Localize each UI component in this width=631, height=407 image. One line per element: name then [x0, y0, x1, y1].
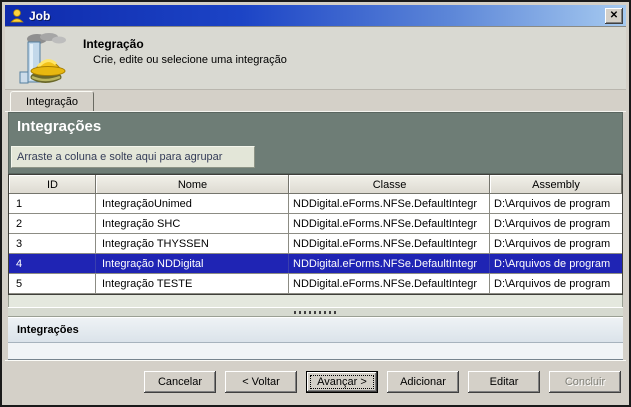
cell-classe: NDDigital.eForms.NFSe.DefaultIntegr: [289, 254, 490, 273]
header-title: Integração: [83, 37, 287, 51]
table-row-selected[interactable]: 4 Integração NDDigital NDDigital.eForms.…: [9, 254, 622, 274]
tab-page: Integrações Arraste a coluna e solte aqu…: [8, 112, 623, 360]
footer-group-label: Integrações: [8, 317, 623, 343]
cell-nome: IntegraçãoUnimed: [96, 194, 289, 213]
footer-panel: Integrações: [8, 317, 623, 360]
table-row[interactable]: 2 Integração SHC NDDigital.eForms.NFSe.D…: [9, 214, 622, 234]
column-header-id[interactable]: ID: [9, 175, 96, 194]
wizard-header: Integração Crie, edite ou selecione uma …: [5, 27, 626, 90]
next-button[interactable]: Avançar >: [306, 371, 378, 393]
table-row[interactable]: 1 IntegraçãoUnimed NDDigital.eForms.NFSe…: [9, 194, 622, 214]
splitter-grip-icon: [294, 311, 338, 314]
column-header-nome[interactable]: Nome: [96, 175, 289, 194]
cell-assembly: D:\Arquivos de program: [490, 254, 622, 273]
cell-nome: Integração NDDigital: [96, 254, 289, 273]
finish-button: Concluir: [549, 371, 621, 393]
integrations-grid: ID Nome Classe Assembly 1 IntegraçãoUnim…: [8, 174, 623, 295]
tab-integracao[interactable]: Integração: [10, 91, 94, 111]
edit-button[interactable]: Editar: [468, 371, 540, 393]
table-row[interactable]: 5 Integração TESTE NDDigital.eForms.NFSe…: [9, 274, 622, 294]
button-bar: Cancelar < Voltar Avançar > Adicionar Ed…: [5, 360, 626, 402]
cell-assembly: D:\Arquivos de program: [490, 214, 622, 233]
header-text: Integração Crie, edite ou selecione uma …: [83, 31, 287, 66]
column-header-assembly[interactable]: Assembly: [490, 175, 622, 194]
cell-nome: Integração TESTE: [96, 274, 289, 293]
cell-classe: NDDigital.eForms.NFSe.DefaultIntegr: [289, 234, 490, 253]
cell-id: 1: [9, 194, 96, 213]
cell-assembly: D:\Arquivos de program: [490, 194, 622, 213]
horizontal-splitter[interactable]: [8, 307, 623, 317]
close-button[interactable]: ✕: [605, 8, 623, 24]
factory-icon: [17, 31, 69, 87]
grid-header-row: ID Nome Classe Assembly: [9, 175, 622, 194]
window-title: Job: [29, 9, 605, 23]
cell-nome: Integração THYSSEN: [96, 234, 289, 253]
cancel-button[interactable]: Cancelar: [144, 371, 216, 393]
back-button[interactable]: < Voltar: [225, 371, 297, 393]
tab-strip: Integração: [5, 90, 626, 112]
cell-nome: Integração SHC: [96, 214, 289, 233]
cell-classe: NDDigital.eForms.NFSe.DefaultIntegr: [289, 274, 490, 293]
grid-empty-area: [8, 295, 623, 307]
footer-empty-bar: [8, 343, 623, 360]
job-dialog: Job ✕ Integração Crie, edite ou selecion…: [0, 0, 631, 407]
person-icon: [9, 8, 25, 24]
tab-label: Integração: [26, 96, 78, 108]
header-subtitle: Crie, edite ou selecione uma integração: [93, 54, 287, 66]
integrations-panel: Integrações Arraste a coluna e solte aqu…: [8, 112, 623, 174]
cell-assembly: D:\Arquivos de program: [490, 234, 622, 253]
cell-id: 5: [9, 274, 96, 293]
cell-id: 2: [9, 214, 96, 233]
cell-id: 3: [9, 234, 96, 253]
footer-label-text: Integrações: [17, 324, 79, 336]
panel-title: Integrações: [9, 118, 622, 144]
cell-id: 4: [9, 254, 96, 273]
cell-classe: NDDigital.eForms.NFSe.DefaultIntegr: [289, 214, 490, 233]
cell-assembly: D:\Arquivos de program: [490, 274, 622, 293]
group-by-drop-zone[interactable]: Arraste a coluna e solte aqui para agrup…: [11, 146, 255, 168]
cell-classe: NDDigital.eForms.NFSe.DefaultIntegr: [289, 194, 490, 213]
column-header-classe[interactable]: Classe: [289, 175, 490, 194]
table-row[interactable]: 3 Integração THYSSEN NDDigital.eForms.NF…: [9, 234, 622, 254]
add-button[interactable]: Adicionar: [387, 371, 459, 393]
close-icon: ✕: [610, 11, 618, 21]
titlebar: Job ✕: [5, 5, 626, 27]
